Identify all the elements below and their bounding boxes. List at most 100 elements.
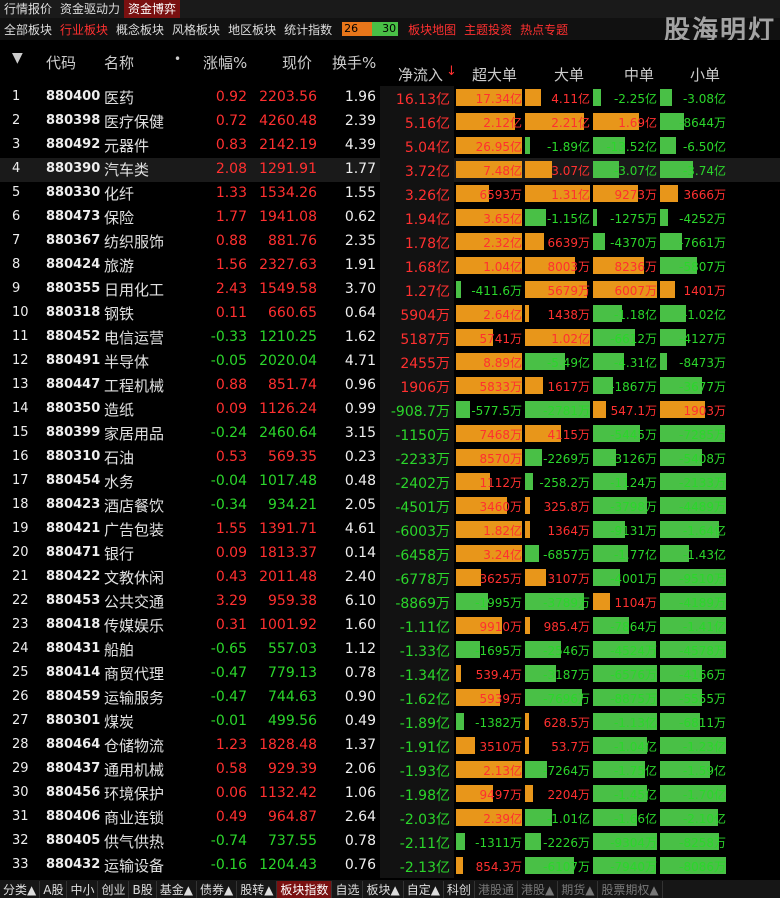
bottom-tab-13[interactable]: 科创 [444, 880, 475, 898]
category-tab-1[interactable]: 全部板块 [0, 21, 56, 38]
table-row[interactable]: 13 880447 工程机械 0.88 851.74 0.96 1906万 5833万 1617… [0, 374, 780, 398]
bottom-tab-17[interactable]: 股票期权▲ [598, 880, 663, 898]
table-row[interactable]: 9 880355 日用化工 2.43 1549.58 3.70 1.27亿 -411.6万 56… [0, 278, 780, 302]
table-row[interactable]: 25 880414 商贸代理 -0.47 779.13 0.78 -1.34亿 539.4万 -… [0, 662, 780, 686]
small-order-value: -4252万 [679, 212, 726, 226]
table-row[interactable]: 11 880452 电信运营 -0.33 1210.25 1.62 5187万 5741万 1.… [0, 326, 780, 350]
table-row[interactable]: 31 880406 商业连锁 0.49 964.87 2.64 -2.03亿 2.39亿 -1.… [0, 806, 780, 830]
small-order-value: -2133万 [679, 476, 726, 490]
table-row[interactable]: 23 880418 传媒娱乐 0.31 1001.92 1.60 -1.11亿 9910万 98… [0, 614, 780, 638]
extra-link-1[interactable]: 板块地图 [404, 21, 460, 38]
header-large[interactable]: 大单 [554, 64, 584, 85]
small-order-value: -4127万 [679, 332, 726, 346]
table-row[interactable]: 4 880390 汽车类 2.08 1291.91 1.77 3.72亿 7.48亿 3.07亿… [0, 158, 780, 182]
category-tab-2[interactable]: 行业板块 [56, 21, 112, 38]
row-number: 22 [12, 593, 29, 608]
small-order-value: -1.02亿 [682, 308, 726, 322]
bottom-tab-12[interactable]: 自定▲ [404, 880, 444, 898]
bottom-tab-10[interactable]: 自选 [332, 880, 364, 898]
bottom-tab-9[interactable]: 板块指数 [277, 880, 333, 898]
stock-code: 880471 [46, 545, 101, 560]
bottom-tab-3[interactable]: 中小 [67, 880, 99, 898]
category-tab-6[interactable]: 统计指数 [280, 21, 336, 38]
table-row[interactable]: 29 880437 通用机械 0.58 929.39 2.06 -1.93亿 2.13亿 -72… [0, 758, 780, 782]
table-row[interactable]: 2 880398 医疗保健 0.72 4260.48 2.39 5.16亿 2.12亿 2.21… [0, 110, 780, 134]
table-row[interactable]: 1 880400 医药 0.92 2203.56 1.96 16.13亿 17.34亿 4.11… [0, 86, 780, 110]
table-row[interactable]: 19 880421 广告包装 1.55 1391.71 4.61 -6003万 1.82亿 13… [0, 518, 780, 542]
top-tab-3[interactable]: 资金博弈 [124, 0, 181, 18]
super-order-value: 3.24亿 [483, 548, 522, 562]
header-price[interactable]: 现价 [282, 52, 312, 73]
turnover-rate: 1.96 [344, 89, 376, 105]
extra-link-3[interactable]: 热点专题 [516, 21, 572, 38]
bottom-tab-2[interactable]: A股 [40, 880, 68, 898]
table-row[interactable]: 17 880454 水务 -0.04 1017.48 0.48 -2402万 1112万 -25… [0, 470, 780, 494]
table-row[interactable]: 16 880310 石油 0.53 569.35 0.23 -2233万 8570万 -2269… [0, 446, 780, 470]
bottom-tab-8[interactable]: 股转▲ [237, 880, 278, 898]
bottom-tab-11[interactable]: 板块▲ [363, 880, 404, 898]
turnover-rate: 1.55 [344, 185, 376, 201]
top-tab-1[interactable]: 行情报价 [0, 0, 56, 18]
sector-name: 运输设备 [104, 857, 165, 875]
table-row[interactable]: 26 880459 运输服务 -0.47 744.63 0.90 -1.62亿 5939万 -7… [0, 686, 780, 710]
net-inflow: -2233万 [395, 452, 450, 468]
large-order-value: -2226万 [543, 836, 590, 850]
header-super[interactable]: 超大单 [472, 64, 517, 85]
net-inflow: 5.16亿 [404, 116, 450, 132]
header-name[interactable]: 名称 [104, 52, 134, 73]
current-price: 4260.48 [259, 113, 317, 129]
header-code[interactable]: 代码 [46, 52, 76, 73]
table-row[interactable]: 30 880456 环境保护 0.06 1132.42 1.06 -1.98亿 9497万 22… [0, 782, 780, 806]
medium-order-value: -6576万 [610, 668, 657, 682]
stock-code: 880492 [46, 137, 101, 152]
table-row[interactable]: 14 880350 造纸 0.09 1126.24 0.99 -908.7万 -577.5万 -… [0, 398, 780, 422]
bottom-tab-4[interactable]: 创业 [98, 880, 130, 898]
category-tab-5[interactable]: 地区板块 [224, 21, 280, 38]
table-row[interactable]: 18 880423 酒店餐饮 -0.34 934.21 2.05 -4501万 3460万 32… [0, 494, 780, 518]
table-row[interactable]: 20 880471 银行 0.09 1813.37 0.14 -6458万 3.24亿 -685… [0, 542, 780, 566]
stock-code: 880423 [46, 497, 101, 512]
large-order-value: 5679万 [547, 284, 590, 298]
header-small[interactable]: 小单 [690, 64, 720, 85]
large-order-value: 1364万 [547, 524, 590, 538]
category-tab-3[interactable]: 概念板块 [112, 21, 168, 38]
current-price: 2020.04 [259, 353, 317, 369]
stock-code: 880400 [46, 89, 101, 104]
header-pct[interactable]: 涨幅% [203, 52, 247, 73]
table-row[interactable]: 24 880431 船舶 -0.65 557.03 1.12 -1.33亿 -1695万 -25… [0, 638, 780, 662]
bottom-tab-5[interactable]: B股 [129, 880, 157, 898]
row-number: 12 [12, 353, 29, 368]
top-tab-2[interactable]: 资金驱动力 [56, 0, 124, 18]
category-tab-4[interactable]: 风格板块 [168, 21, 224, 38]
table-row[interactable]: 5 880330 化纤 1.33 1534.26 1.55 3.26亿 6593万 1.31亿 9… [0, 182, 780, 206]
bottom-tab-16[interactable]: 期货▲ [558, 880, 599, 898]
table-row[interactable]: 22 880453 公共交通 3.29 959.38 6.10 -8869万 -1995万 -3… [0, 590, 780, 614]
header-net[interactable]: 净流入 [398, 64, 443, 85]
table-row[interactable]: 10 880318 钢铁 0.11 660.65 0.64 5904万 2.64亿 1438万 -… [0, 302, 780, 326]
bottom-tab-7[interactable]: 债券▲ [197, 880, 238, 898]
header-medium[interactable]: 中单 [624, 64, 654, 85]
bottom-tab-1[interactable]: 分类▲ [0, 880, 41, 898]
table-row[interactable]: 8 880424 旅游 1.56 2327.63 1.91 1.68亿 1.04亿 8003万 8… [0, 254, 780, 278]
table-row[interactable]: 28 880464 仓储物流 1.23 1828.48 1.37 -1.91亿 3510万 53… [0, 734, 780, 758]
bottom-tab-14[interactable]: 港股通 [475, 880, 518, 898]
large-order-bar [525, 617, 530, 634]
table-row[interactable]: 6 880473 保险 1.77 1941.08 0.62 1.94亿 3.65亿 -1.15亿… [0, 206, 780, 230]
extra-link-2[interactable]: 主题投资 [460, 21, 516, 38]
table-row[interactable]: 3 880492 元器件 0.83 2142.19 4.39 5.04亿 26.95亿 -1.8… [0, 134, 780, 158]
sort-menu-icon[interactable]: ▼ [12, 50, 23, 66]
table-row[interactable]: 27 880301 煤炭 -0.01 499.56 0.49 -1.89亿 -1382万 628… [0, 710, 780, 734]
bottom-tab-15[interactable]: 港股▲ [518, 880, 559, 898]
table-row[interactable]: 7 880367 纺织服饰 0.88 881.76 2.35 1.78亿 2.32亿 6639万… [0, 230, 780, 254]
table-row[interactable]: 15 880399 家居用品 -0.24 2460.64 3.15 -1150万 7468万 4… [0, 422, 780, 446]
table-row[interactable]: 33 880432 运输设备 -0.16 1204.43 0.76 -2.13亿 854.3万… [0, 854, 780, 878]
header-turnover[interactable]: 换手% [332, 52, 376, 73]
small-order-value: -4189万 [679, 596, 726, 610]
bottom-tab-6[interactable]: 基金▲ [157, 880, 197, 898]
table-row[interactable]: 32 880405 供气供热 -0.74 737.55 0.78 -2.11亿 -1311万 -… [0, 830, 780, 854]
table-row[interactable]: 21 880422 文教休闲 0.43 2011.48 2.40 -6778万 3625万 31… [0, 566, 780, 590]
sector-name: 化纤 [104, 185, 135, 203]
current-price: 744.63 [268, 689, 317, 705]
table-row[interactable]: 12 880491 半导体 -0.05 2020.04 4.71 2455万 8.89亿 -5.… [0, 350, 780, 374]
net-inflow: -1150万 [395, 428, 450, 444]
